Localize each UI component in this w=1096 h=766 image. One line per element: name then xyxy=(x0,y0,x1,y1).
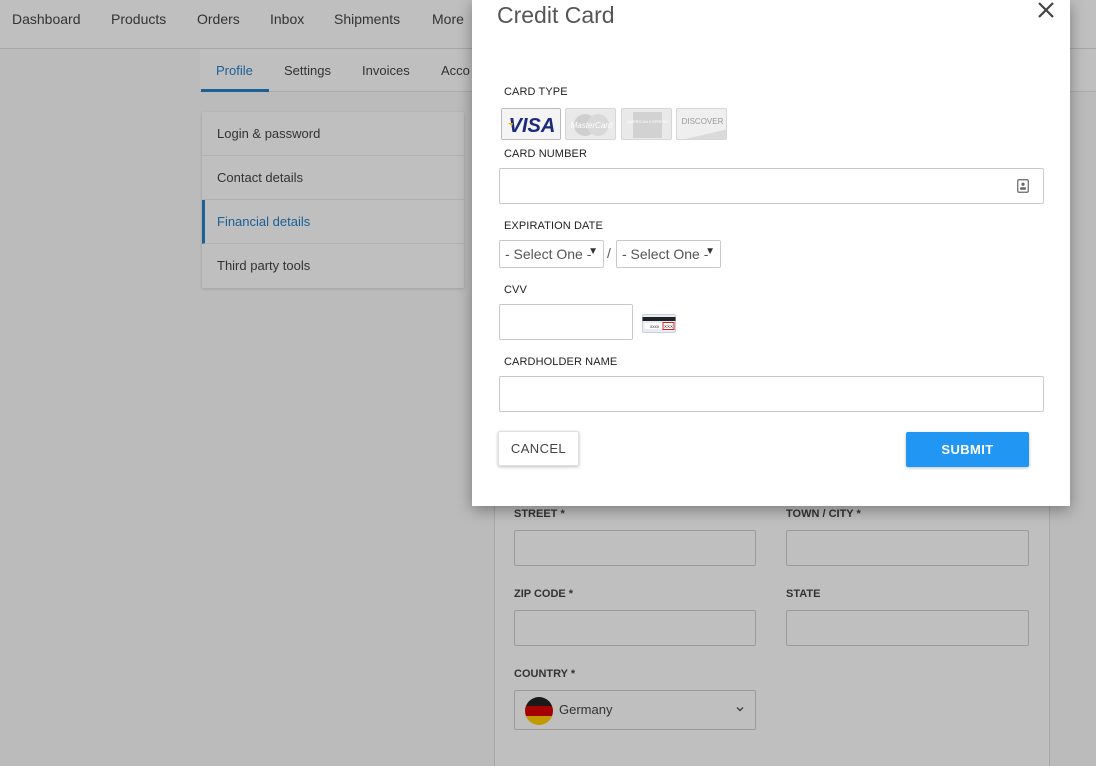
caret-down-icon: ▼ xyxy=(588,246,598,257)
expiration-date-label: EXPIRATION DATE xyxy=(504,220,603,232)
svg-text:MasterCard: MasterCard xyxy=(571,121,613,130)
cvv-label: CVV xyxy=(504,284,527,296)
caret-down-icon: ▼ xyxy=(705,246,715,257)
mastercard-card-option[interactable]: MasterCard xyxy=(565,108,616,140)
cvv-card-back-icon: xxxx XXX xyxy=(642,314,676,333)
amex-logo-icon: AMERICAN EXPRESS xyxy=(622,109,671,139)
amex-card-option[interactable]: AMERICAN EXPRESS xyxy=(621,108,672,140)
submit-button[interactable]: SUBMIT xyxy=(906,432,1029,467)
svg-text:XXX: XXX xyxy=(664,324,673,329)
cvv-input[interactable] xyxy=(499,304,633,340)
card-number-input[interactable] xyxy=(499,168,1044,204)
modal-title: Credit Card xyxy=(497,2,615,28)
svg-text:xxxx: xxxx xyxy=(650,324,660,329)
close-icon[interactable] xyxy=(1034,0,1058,22)
card-number-label: CARD NUMBER xyxy=(504,148,587,160)
month-select-value: - Select One - xyxy=(505,246,592,262)
cardholder-name-label: CARDHOLDER NAME xyxy=(504,356,618,368)
expiration-month-select[interactable]: - Select One - ▼ xyxy=(499,240,604,268)
card-type-label: CARD TYPE xyxy=(504,86,568,98)
credit-card-modal: Credit Card CARD TYPE VISA MasterCard AM… xyxy=(472,0,1070,506)
year-select-value: - Select One - xyxy=(622,246,709,262)
expiration-year-select[interactable]: - Select One - ▼ xyxy=(616,240,721,268)
visa-logo-icon: VISA xyxy=(502,109,560,139)
discover-card-option[interactable]: DISCOVER xyxy=(676,108,727,140)
mastercard-logo-icon: MasterCard xyxy=(566,109,615,139)
svg-text:AMERICAN EXPRESS: AMERICAN EXPRESS xyxy=(627,119,668,124)
contact-card-icon xyxy=(1017,179,1029,193)
cardholder-name-input[interactable] xyxy=(499,376,1044,412)
cancel-button[interactable]: CANCEL xyxy=(498,431,579,466)
visa-card-option[interactable]: VISA xyxy=(501,108,561,140)
svg-text:VISA: VISA xyxy=(509,115,556,137)
svg-text:DISCOVER: DISCOVER xyxy=(682,117,724,126)
date-separator: / xyxy=(607,245,611,261)
discover-logo-icon: DISCOVER xyxy=(677,109,726,139)
